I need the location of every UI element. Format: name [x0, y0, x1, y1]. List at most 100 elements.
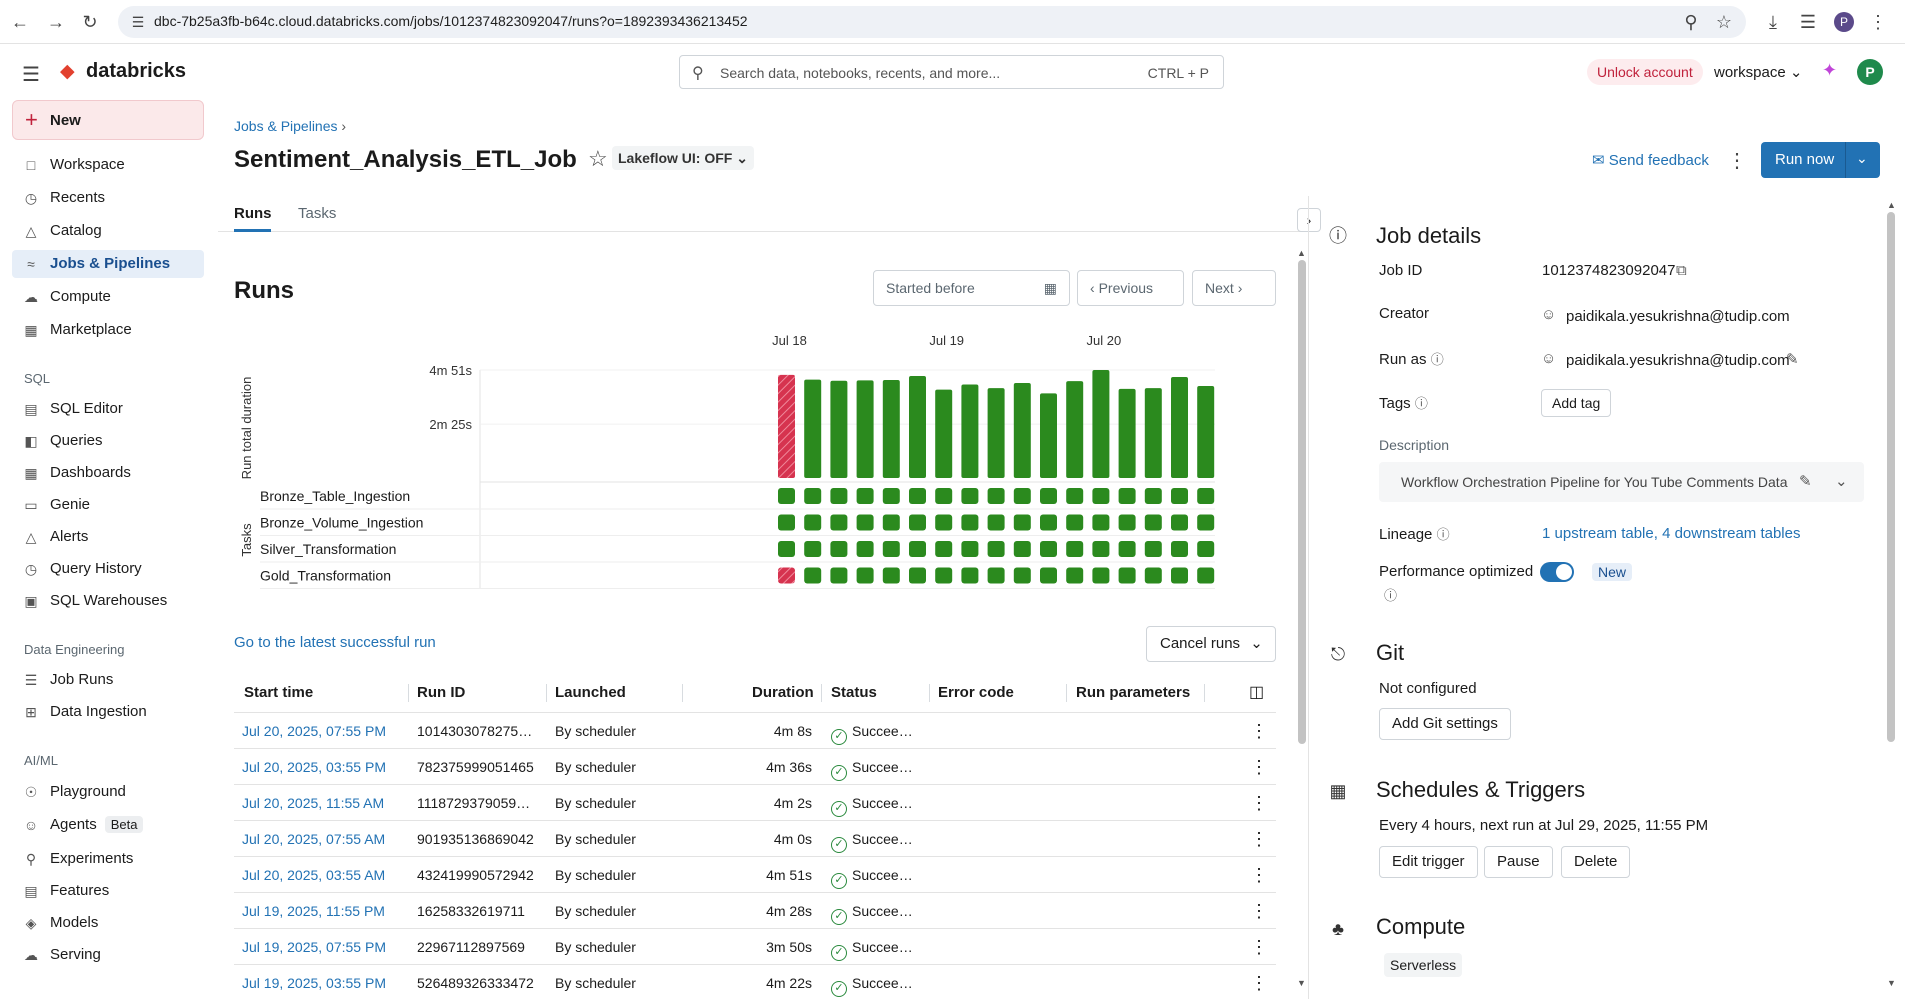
- lineage-link[interactable]: 1 upstream table, 4 downstream tables: [1542, 525, 1800, 542]
- edit-pencil-icon[interactable]: ✎: [1786, 350, 1799, 368]
- logo-text[interactable]: databricks: [86, 60, 186, 83]
- column-divider[interactable]: [821, 684, 822, 702]
- table-row[interactable]: Jul 19, 2025, 07:55 PM 22967112897569 By s…: [234, 928, 1276, 964]
- site-info-icon[interactable]: ☰: [128, 12, 148, 32]
- run-now-button[interactable]: Run now ⌄: [1761, 142, 1880, 178]
- scroll-up-icon[interactable]: ▲: [1297, 248, 1306, 258]
- reading-list-icon[interactable]: ☰: [1798, 12, 1818, 32]
- column-settings-icon[interactable]: ◫: [1249, 676, 1264, 710]
- send-feedback-link[interactable]: ✉ Send feedback: [1592, 151, 1709, 169]
- sidebar-item-playground[interactable]: ☉ Playground: [12, 778, 204, 806]
- table-row[interactable]: Jul 20, 2025, 07:55 PM 1014303078275… By s…: [234, 712, 1276, 748]
- sidebar-item-agents[interactable]: ☺ Agents Beta: [12, 811, 204, 839]
- lakeflow-toggle[interactable]: Lakeflow UI: OFF ⌄: [612, 146, 754, 170]
- sidebar-item-catalog[interactable]: △ Catalog: [12, 217, 204, 245]
- column-divider[interactable]: [1204, 684, 1205, 702]
- row-actions-icon[interactable]: ⋮: [1250, 713, 1266, 749]
- table-row[interactable]: Jul 20, 2025, 07:55 AM 901935136869042 By …: [234, 820, 1276, 856]
- delete-button[interactable]: Delete: [1561, 846, 1631, 878]
- start-time-link[interactable]: Jul 20, 2025, 03:55 PM: [242, 749, 410, 785]
- sidebar-item-models[interactable]: ◈ Models: [12, 909, 204, 937]
- previous-button[interactable]: ‹ Previous: [1077, 270, 1184, 306]
- col-launched[interactable]: Launched: [555, 676, 626, 710]
- column-divider[interactable]: [929, 684, 930, 702]
- sidebar-item-queries[interactable]: ◧ Queries: [12, 427, 204, 455]
- sidebar-item-sql-warehouses[interactable]: ▣ SQL Warehouses: [12, 587, 204, 615]
- start-time-link[interactable]: Jul 19, 2025, 11:55 PM: [242, 893, 410, 929]
- sidebar-item-compute[interactable]: ☁ Compute: [12, 283, 204, 311]
- sidebar-item-workspace[interactable]: □ Workspace: [12, 151, 204, 179]
- more-options-icon[interactable]: ⋮: [1727, 148, 1747, 173]
- sidebar-item-genie[interactable]: ▭ Genie: [12, 491, 204, 519]
- profile-avatar[interactable]: P: [1834, 12, 1854, 32]
- info-icon[interactable]: ⓘ: [1431, 352, 1444, 367]
- info-icon[interactable]: ⓘ: [1384, 585, 1397, 604]
- sidebar-item-data-ingestion[interactable]: ⊞ Data Ingestion: [12, 698, 204, 726]
- sidebar-item-job-runs[interactable]: ☰ Job Runs: [12, 666, 204, 694]
- sidebar-item-query-history[interactable]: ◷ Query History: [12, 555, 204, 583]
- favorite-star-icon[interactable]: ☆: [588, 146, 608, 172]
- next-button[interactable]: Next ›: [1192, 270, 1276, 306]
- col-duration[interactable]: Duration: [752, 676, 814, 710]
- row-actions-icon[interactable]: ⋮: [1250, 749, 1266, 785]
- sidebar-item-jobs-pipelines[interactable]: ≈ Jobs & Pipelines: [12, 250, 204, 278]
- column-divider[interactable]: [682, 684, 683, 702]
- more-icon[interactable]: ⋮: [1868, 12, 1888, 32]
- scroll-down-icon[interactable]: ▼: [1887, 978, 1896, 988]
- table-row[interactable]: Jul 20, 2025, 03:55 AM 432419990572942 By …: [234, 856, 1276, 892]
- chevron-down-icon[interactable]: ⌄: [1856, 150, 1868, 167]
- info-icon[interactable]: ⓘ: [1437, 527, 1450, 542]
- sidebar-item-alerts[interactable]: △ Alerts: [12, 523, 204, 551]
- scroll-up-icon[interactable]: ▲: [1887, 200, 1896, 210]
- pause-button[interactable]: Pause: [1484, 846, 1553, 878]
- sidebar-item-serving[interactable]: ☁ Serving: [12, 941, 204, 969]
- breadcrumb[interactable]: Jobs & Pipelines ›: [234, 118, 346, 134]
- row-actions-icon[interactable]: ⋮: [1250, 857, 1266, 893]
- workspace-switcher[interactable]: workspace ⌄: [1714, 63, 1802, 81]
- row-actions-icon[interactable]: ⋮: [1250, 893, 1266, 929]
- edit-trigger-button[interactable]: Edit trigger: [1379, 846, 1478, 878]
- menu-icon[interactable]: ☰: [22, 62, 40, 87]
- table-row[interactable]: Jul 19, 2025, 03:55 PM 526489326333472 By …: [234, 964, 1276, 1000]
- add-git-settings-button[interactable]: Add Git settings: [1379, 708, 1511, 740]
- download-icon[interactable]: ⤓: [1763, 12, 1783, 32]
- sidebar-item-experiments[interactable]: ⚲ Experiments: [12, 845, 204, 873]
- cancel-runs-button[interactable]: Cancel runs ⌄: [1146, 626, 1276, 662]
- col-status[interactable]: Status: [831, 676, 877, 710]
- forward-icon[interactable]: →: [46, 12, 66, 32]
- latest-successful-run-link[interactable]: Go to the latest successful run: [234, 634, 436, 651]
- edit-pencil-icon[interactable]: ✎: [1799, 472, 1812, 490]
- column-divider[interactable]: [408, 684, 409, 702]
- table-row[interactable]: Jul 20, 2025, 03:55 PM 782375999051465 By …: [234, 748, 1276, 784]
- chevron-down-icon[interactable]: ⌄: [1835, 472, 1848, 490]
- row-actions-icon[interactable]: ⋮: [1250, 785, 1266, 821]
- unlock-account-button[interactable]: Unlock account: [1587, 59, 1703, 85]
- col-start-time[interactable]: Start time: [244, 676, 313, 710]
- copy-icon[interactable]: ⧉: [1676, 262, 1687, 279]
- tab-tasks[interactable]: Tasks: [298, 205, 336, 222]
- start-time-link[interactable]: Jul 20, 2025, 11:55 AM: [242, 785, 410, 821]
- col-run-id[interactable]: Run ID: [417, 676, 465, 710]
- table-row[interactable]: Jul 19, 2025, 11:55 PM 16258332619711 By s…: [234, 892, 1276, 928]
- tab-runs[interactable]: Runs: [234, 205, 272, 222]
- breadcrumb-link[interactable]: Jobs & Pipelines: [234, 118, 338, 134]
- zoom-icon[interactable]: ⚲: [1681, 12, 1701, 32]
- col-error-code[interactable]: Error code: [938, 676, 1014, 710]
- column-divider[interactable]: [1066, 684, 1067, 702]
- new-button[interactable]: + New: [12, 100, 204, 140]
- back-icon[interactable]: ←: [10, 12, 30, 32]
- search-input[interactable]: ⚲ Search data, notebooks, recents, and m…: [679, 55, 1224, 89]
- row-actions-icon[interactable]: ⋮: [1250, 929, 1266, 965]
- description-box[interactable]: Workflow Orchestration Pipeline for You …: [1379, 462, 1864, 502]
- sidebar-item-sql-editor[interactable]: ▤ SQL Editor: [12, 395, 204, 423]
- assistant-sparkle-icon[interactable]: ✦: [1822, 60, 1837, 81]
- started-before-filter[interactable]: Started before ▦: [873, 270, 1070, 306]
- sidebar-item-dashboards[interactable]: ▦ Dashboards: [12, 459, 204, 487]
- start-time-link[interactable]: Jul 20, 2025, 07:55 AM: [242, 821, 410, 857]
- reload-icon[interactable]: ↻: [80, 12, 100, 32]
- column-divider[interactable]: [546, 684, 547, 702]
- start-time-link[interactable]: Jul 19, 2025, 03:55 PM: [242, 965, 410, 1001]
- info-icon[interactable]: ⓘ: [1415, 396, 1428, 411]
- sidebar-item-features[interactable]: ▤ Features: [12, 877, 204, 905]
- user-avatar[interactable]: P: [1857, 59, 1883, 85]
